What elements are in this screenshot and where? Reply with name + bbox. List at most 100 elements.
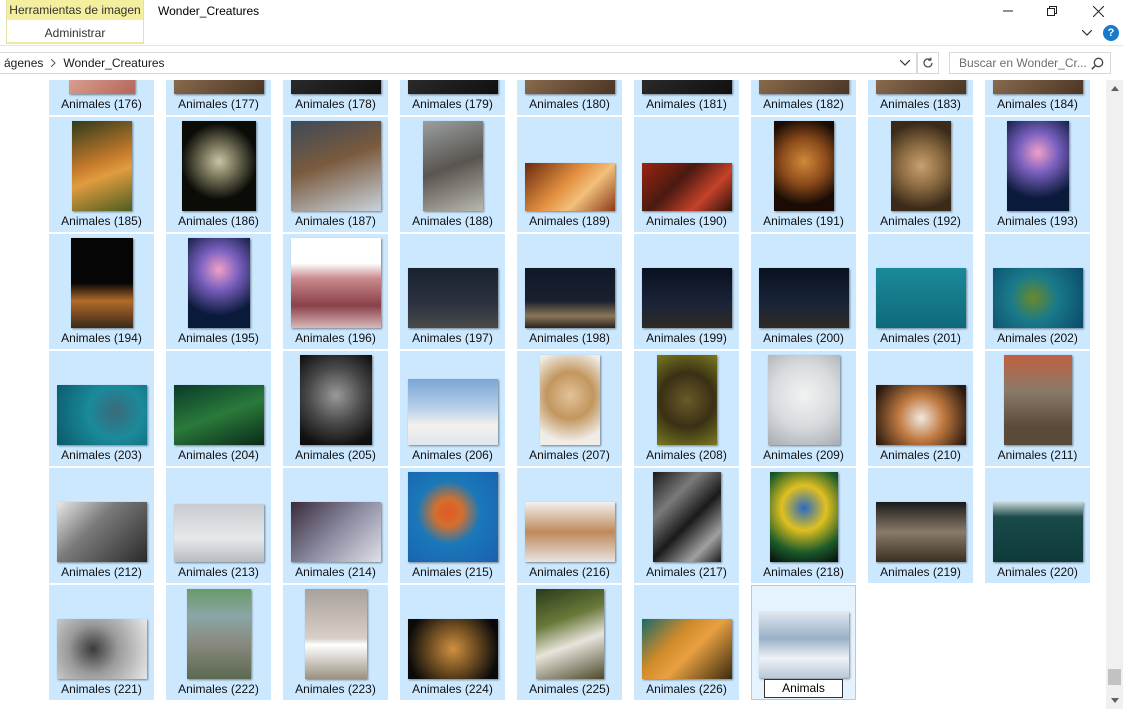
arrow-up-icon: [1110, 86, 1119, 91]
file-item[interactable]: Animales (180): [517, 80, 622, 115]
file-item[interactable]: Animales (189): [517, 117, 622, 232]
file-item[interactable]: Animales (193): [985, 117, 1090, 232]
file-item[interactable]: Animales (184): [985, 80, 1090, 115]
breadcrumb-current[interactable]: Wonder_Creatures: [59, 56, 168, 70]
vertical-scrollbar[interactable]: [1106, 80, 1123, 709]
file-item[interactable]: Animales (188): [400, 117, 505, 232]
file-item[interactable]: Animales (217): [634, 468, 739, 583]
file-item[interactable]: Animales (222): [166, 585, 271, 700]
file-name-label: Animales (177): [178, 97, 259, 111]
file-item[interactable]: Animales (202): [985, 234, 1090, 349]
dark-animal-photo: [641, 80, 732, 94]
file-item[interactable]: Animales (214): [283, 468, 388, 583]
starfish-photo: [652, 472, 721, 562]
tab-manage[interactable]: Administrar: [7, 20, 143, 44]
file-item-renaming[interactable]: Animals: [751, 585, 856, 700]
scroll-up-button[interactable]: [1106, 80, 1123, 97]
jellyfish-photo: [1006, 121, 1069, 211]
file-item[interactable]: Animales (203): [49, 351, 154, 466]
file-item[interactable]: Animales (215): [400, 468, 505, 583]
restore-button[interactable]: [1029, 0, 1075, 22]
search-input[interactable]: Buscar en Wonder_Cr...: [949, 52, 1111, 74]
file-item[interactable]: Animales (198): [517, 234, 622, 349]
file-item[interactable]: Animales (218): [751, 468, 856, 583]
file-item[interactable]: Animales (204): [166, 351, 271, 466]
file-item[interactable]: Animales (192): [868, 117, 973, 232]
address-history-dropdown[interactable]: [898, 56, 912, 70]
file-name-label: Animales (181): [646, 97, 727, 111]
coral-photo: [524, 163, 615, 211]
file-item[interactable]: Animales (224): [400, 585, 505, 700]
file-item[interactable]: Animales (177): [166, 80, 271, 115]
file-item[interactable]: Animales (219): [868, 468, 973, 583]
file-item[interactable]: Animales (207): [517, 351, 622, 466]
file-item[interactable]: Animales (196): [283, 234, 388, 349]
file-item[interactable]: Animales (182): [751, 80, 856, 115]
help-button[interactable]: ?: [1103, 25, 1119, 41]
file-item[interactable]: Animales (187): [283, 117, 388, 232]
file-name-label: Animales (190): [646, 214, 727, 228]
file-item[interactable]: Animales (183): [868, 80, 973, 115]
address-row: ágenes Wonder_Creatures Buscar en Wonder…: [0, 47, 1123, 79]
file-name-label: Animales (217): [646, 565, 727, 579]
file-name-label: Animales (203): [61, 448, 142, 462]
snow-ice-photo: [758, 612, 849, 678]
file-item[interactable]: Animales (221): [49, 585, 154, 700]
scroll-down-button[interactable]: [1106, 692, 1123, 709]
file-item[interactable]: Animales (220): [985, 468, 1090, 583]
file-item[interactable]: Animales (179): [400, 80, 505, 115]
file-name-label: Animales (180): [529, 97, 610, 111]
rename-input[interactable]: Animals: [764, 679, 843, 698]
jaguar-photo: [407, 619, 498, 679]
file-item[interactable]: Animales (176): [49, 80, 154, 115]
file-item[interactable]: Animales (208): [634, 351, 739, 466]
animal-photo: [875, 80, 966, 94]
breadcrumb-separator-icon[interactable]: [47, 59, 59, 67]
file-item[interactable]: Animales (190): [634, 117, 739, 232]
file-name-label: Animales (208): [646, 448, 727, 462]
animal-photo: [758, 80, 849, 94]
refresh-button[interactable]: [917, 52, 939, 74]
file-item[interactable]: Animales (181): [634, 80, 739, 115]
porcupine-photo: [656, 355, 717, 445]
file-item[interactable]: Animales (210): [868, 351, 973, 466]
file-item[interactable]: Animales (216): [517, 468, 622, 583]
wolves-photo: [56, 502, 147, 562]
file-item[interactable]: Animales (205): [283, 351, 388, 466]
address-bar[interactable]: ágenes Wonder_Creatures: [0, 52, 917, 74]
ribbon-expand-button[interactable]: [1079, 26, 1095, 40]
underwater-bear-photo: [992, 502, 1083, 562]
file-item[interactable]: Animales (199): [634, 234, 739, 349]
file-item[interactable]: Animales (197): [400, 234, 505, 349]
arctic-hare-photo: [407, 379, 498, 445]
file-name-label: Animales (193): [997, 214, 1078, 228]
jellyfish-photo: [187, 238, 250, 328]
close-button[interactable]: [1075, 0, 1121, 22]
file-item[interactable]: Animales (226): [634, 585, 739, 700]
file-name-label: Animales (199): [646, 331, 727, 345]
owl-photo: [181, 121, 256, 211]
file-item[interactable]: Animales (186): [166, 117, 271, 232]
file-item[interactable]: Animales (211): [985, 351, 1090, 466]
minimize-icon: [1003, 10, 1013, 12]
file-name-label: Animales (187): [295, 214, 376, 228]
file-item[interactable]: Animales (178): [283, 80, 388, 115]
file-item[interactable]: Animales (195): [166, 234, 271, 349]
file-item[interactable]: Animales (225): [517, 585, 622, 700]
breadcrumb-parent[interactable]: ágenes: [0, 56, 47, 70]
file-item[interactable]: Animales (213): [166, 468, 271, 583]
file-item[interactable]: Animales (201): [868, 234, 973, 349]
minimize-button[interactable]: [985, 0, 1031, 22]
tower-photo: [304, 589, 367, 679]
file-item[interactable]: Animales (194): [49, 234, 154, 349]
file-item[interactable]: Animales (209): [751, 351, 856, 466]
file-item[interactable]: Animales (191): [751, 117, 856, 232]
file-item[interactable]: Animales (185): [49, 117, 154, 232]
file-item[interactable]: Animales (212): [49, 468, 154, 583]
file-item[interactable]: Animales (206): [400, 351, 505, 466]
file-item[interactable]: Animales (223): [283, 585, 388, 700]
file-name-label: Animales (201): [880, 331, 961, 345]
file-item[interactable]: Animales (200): [751, 234, 856, 349]
wolf-pack-photo: [173, 504, 264, 562]
scroll-thumb[interactable]: [1108, 669, 1121, 685]
